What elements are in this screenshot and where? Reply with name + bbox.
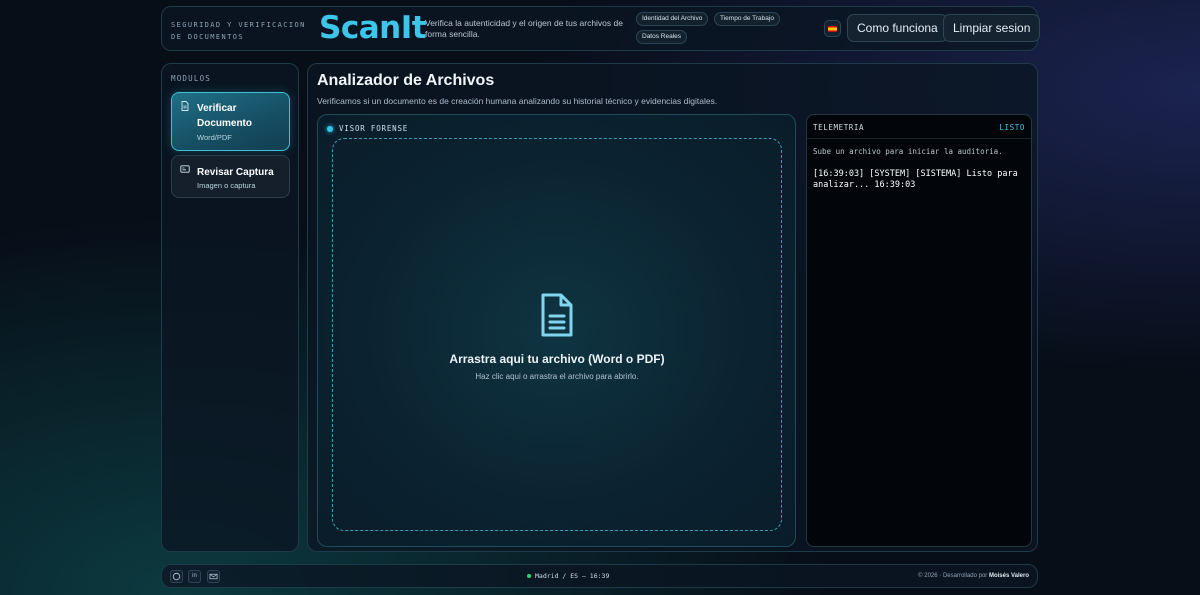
clear-session-button[interactable]: Limpiar sesion (943, 14, 1041, 42)
forensic-viewer: VISOR FORENSE Arrastra aqui tu archivo (… (317, 114, 796, 547)
copyright-prefix: © 2026 · Desarrollado por (918, 573, 988, 579)
module-verify-document[interactable]: Verificar Documento Word/PDF (171, 92, 290, 151)
header-tagline: SEGURIDAD Y VERIFICACION DE DOCUMENTOS (171, 21, 306, 41)
chip-work-time[interactable]: Tiempo de Trabajo (714, 12, 780, 26)
image-icon (180, 165, 190, 173)
location-text: Madrid / ES — 16:39 (535, 572, 610, 580)
page-title: Analizador de Archivos (317, 72, 495, 89)
modules-sidebar: MODULOS Verificar Documento Word/PDF Rev… (161, 63, 299, 552)
page-subtitle: Verificamos si un documento es de creaci… (317, 96, 718, 106)
module-subtitle: Word/PDF (197, 133, 232, 142)
module-title: Verificar Documento (197, 103, 252, 129)
chip-file-identity[interactable]: Identidad del Archivo (636, 12, 709, 26)
file-dropzone[interactable]: Arrastra aqui tu archivo (Word o PDF) Ha… (332, 138, 782, 531)
chip-real-data[interactable]: Datos Reales (636, 30, 688, 44)
file-icon (541, 293, 573, 337)
telemetry-header: TELEMETRIA LISTO (807, 115, 1031, 139)
module-review-capture[interactable]: Revisar Captura Imagen o captura (171, 155, 290, 198)
online-dot-icon (527, 574, 531, 578)
copyright: © 2026 · Desarrollado por Moisés Valero (918, 573, 1029, 579)
module-subtitle: Imagen o captura (197, 181, 256, 190)
dropzone-title: Arrastra aqui tu archivo (Word o PDF) (449, 352, 665, 366)
main-content: Analizador de Archivos Verificamos si un… (307, 63, 1038, 552)
module-title: Revisar Captura (197, 167, 274, 178)
location-clock: Madrid / ES — 16:39 (527, 572, 609, 580)
brand-logo[interactable]: ScanIt (319, 10, 427, 46)
linkedin-icon[interactable]: in (188, 570, 201, 583)
dropzone-subtitle: Haz clic aqui o arrastra el archivo para… (475, 372, 639, 381)
brand-description: Verifica la autenticidad y el origen de … (425, 18, 623, 39)
top-header: SEGURIDAD Y VERIFICACION DE DOCUMENTOS S… (161, 6, 1041, 51)
telemetry-title: TELEMETRIA (813, 123, 865, 132)
mail-icon[interactable] (207, 570, 220, 583)
telemetry-log: [16:39:03] [SYSTEM] [SISTEMA] Listo para… (813, 169, 1018, 190)
telemetry-status: LISTO (999, 123, 1025, 132)
footer: in Madrid / ES — 16:39 © 2026 · Desarrol… (161, 564, 1038, 588)
language-button[interactable] (824, 20, 841, 37)
document-icon (181, 101, 189, 111)
status-dot-icon (327, 125, 333, 132)
how-it-works-button[interactable]: Como funciona (847, 14, 948, 42)
telemetry-hint: Sube un archivo para iniciar la auditori… (813, 147, 1003, 156)
viewer-label-text: VISOR FORENSE (339, 124, 409, 133)
spain-flag-icon (828, 25, 837, 32)
viewer-label: VISOR FORENSE (327, 124, 408, 133)
telemetry-panel: TELEMETRIA LISTO Sube un archivo para in… (806, 114, 1032, 547)
author-name[interactable]: Moisés Valero (989, 573, 1029, 579)
sidebar-title: MODULOS (171, 74, 212, 83)
github-icon[interactable] (170, 570, 183, 583)
